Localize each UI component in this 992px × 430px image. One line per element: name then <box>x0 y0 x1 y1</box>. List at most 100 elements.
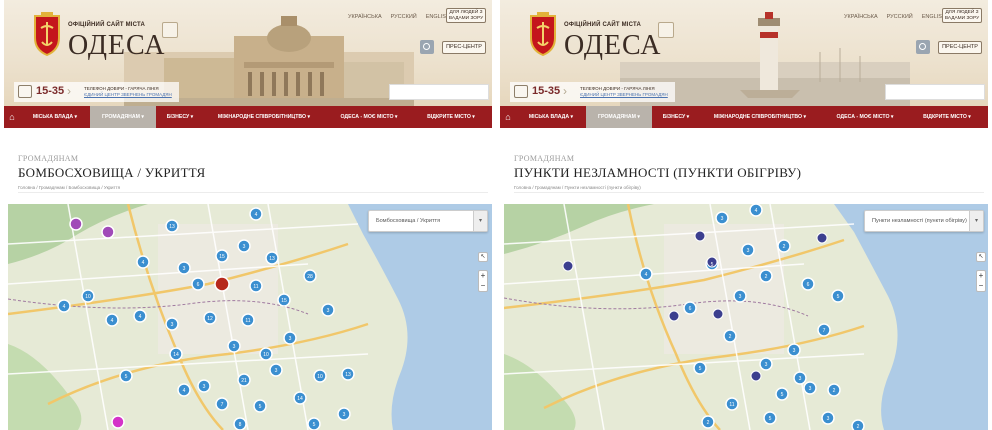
marker-cluster-count[interactable]: 4 <box>183 388 186 394</box>
marker-cluster-count[interactable]: 3 <box>171 322 174 328</box>
visually-impaired-button[interactable]: ДЛЯ ЛЮДЕЙ З ВАДАМИ ЗОРУ <box>446 8 486 23</box>
hotline-banner[interactable]: 15-35 › ТЕЛЕФОН ДОВІРИ - ГАРЯЧА ЛІНІЯ ЄД… <box>510 82 675 102</box>
map-layer-select[interactable]: Бомбосховища / Укриття ▾ <box>368 210 488 232</box>
marker-cluster-count[interactable]: 3 <box>327 308 330 314</box>
marker-cluster-count[interactable]: 14 <box>173 352 179 358</box>
zoom-out-button[interactable]: − <box>977 281 985 291</box>
marker-cluster-count[interactable]: 3 <box>343 412 346 418</box>
city-title[interactable]: ОДЕСА <box>68 30 166 62</box>
marker-cluster-count[interactable]: 3 <box>765 362 768 368</box>
marker-cluster-count[interactable]: 13 <box>269 256 275 262</box>
nav-business[interactable]: БІЗНЕСУ ▾ <box>156 106 204 128</box>
marker-cluster-count[interactable]: 28 <box>307 274 313 280</box>
lang-ukrainian[interactable]: УКРАЇНСЬКА <box>348 14 382 20</box>
marker-cluster-count[interactable]: 5 <box>837 294 840 300</box>
nav-international[interactable]: МІЖНАРОДНЕ СПІВРОБІТНИЦТВО ▾ <box>204 106 324 128</box>
marker-cluster-count[interactable]: 10 <box>263 352 269 358</box>
press-center-button[interactable]: ПРЕС-ЦЕНТР <box>442 41 486 54</box>
lang-russian[interactable]: РУССКИЙ <box>887 14 913 20</box>
marker-cluster-count[interactable]: 7 <box>221 402 224 408</box>
marker-cluster-count[interactable]: 12 <box>207 316 213 322</box>
nav-international[interactable]: МІЖНАРОДНЕ СПІВРОБІТНИЦТВО ▾ <box>700 106 820 128</box>
zoom-out-button[interactable]: − <box>479 281 487 291</box>
search-icon[interactable] <box>420 40 434 54</box>
marker-cluster-count[interactable]: 3 <box>289 336 292 342</box>
marker-cluster-count[interactable]: 3 <box>739 294 742 300</box>
marker-cluster-count[interactable]: 13 <box>169 224 175 230</box>
hotline-link[interactable]: ЄДИНИЙ ЦЕНТР ЗВЕРНЕНЬ ГРОМАДЯН <box>580 92 668 97</box>
marker-cluster-count[interactable]: 5 <box>769 416 772 422</box>
marker-cluster-count[interactable]: 4 <box>63 304 66 310</box>
marker-cluster-count[interactable]: 6 <box>197 282 200 288</box>
marker-cluster-count[interactable]: 3 <box>827 416 830 422</box>
zoom-in-button[interactable]: + <box>479 271 487 281</box>
hotline-link[interactable]: ЄДИНИЙ ЦЕНТР ЗВЕРНЕНЬ ГРОМАДЯН <box>84 92 172 97</box>
marker-cluster-count[interactable]: 3 <box>793 348 796 354</box>
marker-cluster-count[interactable]: 5 <box>259 404 262 410</box>
locate-icon[interactable]: ↖ <box>478 252 488 262</box>
marker-cluster-count[interactable]: 21 <box>241 378 247 384</box>
marker-cluster-count[interactable]: 4 <box>142 260 145 266</box>
marker-cluster-count[interactable]: 15 <box>281 298 287 304</box>
marker-cluster-count[interactable]: 4 <box>111 318 114 324</box>
search-icon[interactable] <box>916 40 930 54</box>
nav-citizens[interactable]: ГРОМАДЯНАМ ▾ <box>586 106 652 128</box>
marker-cluster-count[interactable]: 3 <box>183 266 186 272</box>
nav-odesa-my-city[interactable]: ОДЕСА - МОЄ МІСТО ▾ <box>324 106 414 128</box>
marker-cluster-count[interactable]: 7 <box>823 328 826 334</box>
search-input[interactable] <box>389 84 489 100</box>
marker-cluster-count[interactable]: 4 <box>255 212 258 218</box>
nav-open-city[interactable]: ВІДКРИТЕ МІСТО ▾ <box>414 106 488 128</box>
marker-cluster-count[interactable]: 11 <box>253 284 258 290</box>
marker-cluster-count[interactable]: 14 <box>297 396 303 402</box>
marker-cluster-count[interactable]: 11 <box>245 318 250 324</box>
lang-russian[interactable]: РУССКИЙ <box>391 14 417 20</box>
visually-impaired-button[interactable]: ДЛЯ ЛЮДЕЙ З ВАДАМИ ЗОРУ <box>942 8 982 23</box>
marker-cluster-count[interactable]: 10 <box>85 294 91 300</box>
marker-cluster-count[interactable]: 4 <box>139 314 142 320</box>
marker-cluster-count[interactable]: 13 <box>345 372 351 378</box>
marker-cluster-count[interactable]: 2 <box>729 334 732 340</box>
marker-cluster-count[interactable]: 3 <box>275 368 278 374</box>
nav-odesa-my-city[interactable]: ОДЕСА - МОЄ МІСТО ▾ <box>820 106 910 128</box>
marker-cluster-count[interactable]: 2 <box>833 388 836 394</box>
marker-cluster-count[interactable]: 3 <box>243 244 246 250</box>
marker-cluster-count[interactable]: 4 <box>645 272 648 278</box>
marker-cluster-count[interactable]: 2 <box>783 244 786 250</box>
nav-city-government[interactable]: МІСЬКА ВЛАДА ▾ <box>20 106 90 128</box>
marker-cluster-count[interactable]: 5 <box>313 422 316 428</box>
marker-cluster-count[interactable]: 8 <box>239 422 242 428</box>
marker-cluster-count[interactable]: 3 <box>747 248 750 254</box>
map[interactable]: 4 13 3 4 15 3 13 6 11 28 15 4 10 4 4 12 11 3 3 3 3 14 10 3 5 21 10… <box>8 204 492 430</box>
marker-cluster-count[interactable]: 3 <box>203 384 206 390</box>
marker-cluster-count[interactable]: 3 <box>233 344 236 350</box>
marker-cluster-count[interactable]: 5 <box>781 392 784 398</box>
zoom-in-button[interactable]: + <box>977 271 985 281</box>
marker-cluster-count[interactable]: 3 <box>799 376 802 382</box>
marker-cluster-count[interactable]: 4 <box>755 208 758 214</box>
press-center-button[interactable]: ПРЕС-ЦЕНТР <box>938 41 982 54</box>
marker-cluster-count[interactable]: 6 <box>807 282 810 288</box>
chat-icon[interactable] <box>162 22 178 38</box>
search-input[interactable] <box>885 84 985 100</box>
marker-cluster-count[interactable]: 2 <box>707 420 710 426</box>
nav-business[interactable]: БІЗНЕСУ ▾ <box>652 106 700 128</box>
marker-cluster-count[interactable]: 15 <box>219 254 225 260</box>
marker-cluster-count[interactable]: 5 <box>699 366 702 372</box>
marker-cluster-count[interactable]: 6 <box>689 306 692 312</box>
hotline-banner[interactable]: 15-35 › ТЕЛЕФОН ДОВІРИ - ГАРЯЧА ЛІНІЯ ЄД… <box>14 82 179 102</box>
marker-cluster-count[interactable]: 5 <box>125 374 128 380</box>
nav-citizens[interactable]: ГРОМАДЯНАМ ▾ <box>90 106 156 128</box>
locate-icon[interactable]: ↖ <box>976 252 986 262</box>
marker-cluster-count[interactable]: 2 <box>765 274 768 280</box>
home-icon[interactable]: ⌂ <box>500 112 516 122</box>
chat-icon[interactable] <box>658 22 674 38</box>
marker-cluster-count[interactable]: 10 <box>317 374 323 380</box>
marker-cluster-count[interactable]: 3 <box>721 216 724 222</box>
marker-cluster-count[interactable]: 11 <box>729 402 734 408</box>
nav-city-government[interactable]: МІСЬКА ВЛАДА ▾ <box>516 106 586 128</box>
lang-ukrainian[interactable]: УКРАЇНСЬКА <box>844 14 878 20</box>
marker-cluster-count[interactable]: 3 <box>809 386 812 392</box>
marker-cluster-count[interactable]: 5 <box>711 262 714 268</box>
city-title[interactable]: ОДЕСА <box>564 30 662 62</box>
